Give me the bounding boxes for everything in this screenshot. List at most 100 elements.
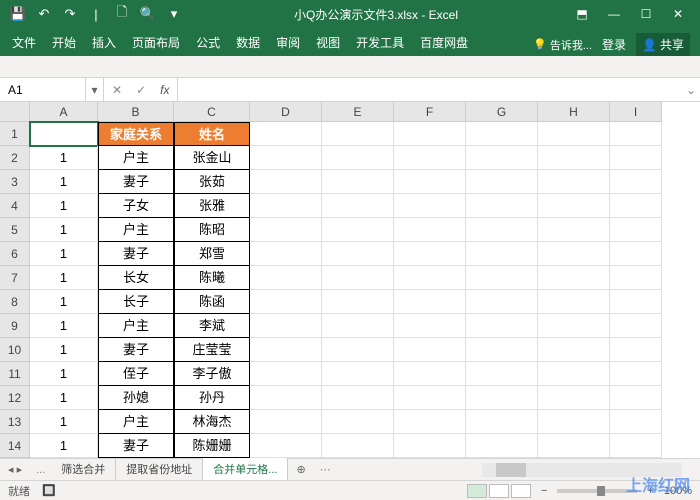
cell-D10[interactable]	[250, 338, 322, 362]
formula-input[interactable]	[178, 78, 682, 101]
cell-H12[interactable]	[538, 386, 610, 410]
cell-F12[interactable]	[394, 386, 466, 410]
preview-icon[interactable]: 🔍	[140, 6, 156, 22]
cell-F5[interactable]	[394, 218, 466, 242]
cell-G1[interactable]	[466, 122, 538, 146]
cell-G8[interactable]	[466, 290, 538, 314]
cell-G12[interactable]	[466, 386, 538, 410]
cell-I8[interactable]	[610, 290, 662, 314]
cell-C5[interactable]: 陈昭	[174, 218, 250, 242]
cell-F13[interactable]	[394, 410, 466, 434]
cell-G3[interactable]	[466, 170, 538, 194]
sheet-nav[interactable]: ◂ ▸	[0, 463, 30, 476]
cell-I4[interactable]	[610, 194, 662, 218]
cell-E8[interactable]	[322, 290, 394, 314]
cell-A3[interactable]: 1	[30, 170, 98, 194]
row-header-6[interactable]: 6	[0, 242, 30, 266]
cell-F9[interactable]	[394, 314, 466, 338]
cell-A6[interactable]: 1	[30, 242, 98, 266]
cell-H2[interactable]	[538, 146, 610, 170]
fx-icon[interactable]: fx	[160, 83, 169, 97]
cell-G14[interactable]	[466, 434, 538, 458]
cell-B1[interactable]: 家庭关系	[98, 122, 174, 146]
cell-D1[interactable]	[250, 122, 322, 146]
cell-H6[interactable]	[538, 242, 610, 266]
cell-I12[interactable]	[610, 386, 662, 410]
cell-I5[interactable]	[610, 218, 662, 242]
tab-插入[interactable]: 插入	[84, 29, 124, 56]
cell-I6[interactable]	[610, 242, 662, 266]
tab-页面布局[interactable]: 页面布局	[124, 29, 188, 56]
cell-C2[interactable]: 张金山	[174, 146, 250, 170]
spreadsheet-grid[interactable]: ABCDEFGHI 1234567891011121314 家庭关系姓名1户主张…	[0, 102, 700, 470]
col-header-H[interactable]: H	[538, 102, 610, 122]
row-header-4[interactable]: 4	[0, 194, 30, 218]
cell-B4[interactable]: 子女	[98, 194, 174, 218]
cell-B11[interactable]: 侄子	[98, 362, 174, 386]
cell-H9[interactable]	[538, 314, 610, 338]
confirm-icon[interactable]: ✓	[136, 83, 146, 97]
row-header-11[interactable]: 11	[0, 362, 30, 386]
cell-D8[interactable]	[250, 290, 322, 314]
tab-公式[interactable]: 公式	[188, 29, 228, 56]
cell-I1[interactable]	[610, 122, 662, 146]
cell-G11[interactable]	[466, 362, 538, 386]
dropdown-icon[interactable]: ▾	[166, 6, 182, 22]
cell-B14[interactable]: 妻子	[98, 434, 174, 458]
add-sheet-button[interactable]: ⊕	[288, 463, 313, 476]
cell-A5[interactable]: 1	[30, 218, 98, 242]
cell-A11[interactable]: 1	[30, 362, 98, 386]
cell-C6[interactable]: 郑雪	[174, 242, 250, 266]
cell-D9[interactable]	[250, 314, 322, 338]
cell-F10[interactable]	[394, 338, 466, 362]
undo-icon[interactable]: ↶	[36, 6, 52, 22]
cell-E7[interactable]	[322, 266, 394, 290]
cell-G6[interactable]	[466, 242, 538, 266]
cell-F1[interactable]	[394, 122, 466, 146]
ribbon-options-icon[interactable]: ⬒	[568, 4, 596, 24]
cell-F7[interactable]	[394, 266, 466, 290]
cell-E5[interactable]	[322, 218, 394, 242]
cell-E10[interactable]	[322, 338, 394, 362]
col-header-D[interactable]: D	[250, 102, 322, 122]
cell-H5[interactable]	[538, 218, 610, 242]
row-header-7[interactable]: 7	[0, 266, 30, 290]
cell-E11[interactable]	[322, 362, 394, 386]
tab-审阅[interactable]: 审阅	[268, 29, 308, 56]
cell-B13[interactable]: 户主	[98, 410, 174, 434]
cell-E3[interactable]	[322, 170, 394, 194]
maximize-icon[interactable]: ☐	[632, 4, 660, 24]
cell-F4[interactable]	[394, 194, 466, 218]
cell-A13[interactable]: 1	[30, 410, 98, 434]
cell-D4[interactable]	[250, 194, 322, 218]
new-icon[interactable]: 🗋	[114, 6, 130, 22]
col-header-A[interactable]: A	[30, 102, 98, 122]
cell-C8[interactable]: 陈函	[174, 290, 250, 314]
cells-area[interactable]: 家庭关系姓名1户主张金山1妻子张茹1子女张雅1户主陈昭1妻子郑雪1长女陈曦1长子…	[30, 122, 662, 458]
cell-I2[interactable]	[610, 146, 662, 170]
zoom-slider[interactable]	[557, 489, 637, 493]
cell-F3[interactable]	[394, 170, 466, 194]
col-header-B[interactable]: B	[98, 102, 174, 122]
cell-B7[interactable]: 长女	[98, 266, 174, 290]
tell-me-button[interactable]: 💡 告诉我...	[533, 37, 592, 53]
redo-icon[interactable]: ↷	[62, 6, 78, 22]
cell-E1[interactable]	[322, 122, 394, 146]
cell-A8[interactable]: 1	[30, 290, 98, 314]
cell-E6[interactable]	[322, 242, 394, 266]
cell-I11[interactable]	[610, 362, 662, 386]
cell-D7[interactable]	[250, 266, 322, 290]
tab-文件[interactable]: 文件	[4, 29, 44, 56]
page-layout-view-button[interactable]	[489, 484, 509, 498]
cell-A10[interactable]: 1	[30, 338, 98, 362]
row-header-9[interactable]: 9	[0, 314, 30, 338]
cell-D2[interactable]	[250, 146, 322, 170]
cell-I13[interactable]	[610, 410, 662, 434]
row-header-8[interactable]: 8	[0, 290, 30, 314]
status-accessibility-icon[interactable]: 🔲	[42, 484, 56, 497]
col-header-E[interactable]: E	[322, 102, 394, 122]
cell-B12[interactable]: 孙媳	[98, 386, 174, 410]
cell-C7[interactable]: 陈曦	[174, 266, 250, 290]
tab-开始[interactable]: 开始	[44, 29, 84, 56]
row-header-3[interactable]: 3	[0, 170, 30, 194]
